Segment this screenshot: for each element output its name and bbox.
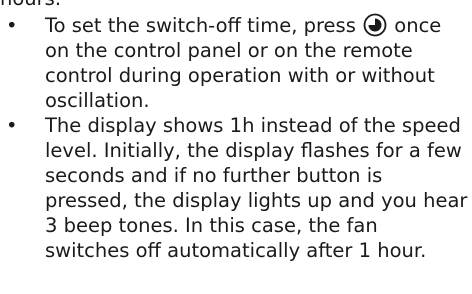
list-item-text: The display shows 1h instead of the spee… bbox=[45, 114, 468, 262]
list-item-text-start: To set the switch-off time, press bbox=[45, 14, 363, 37]
bullet: • bbox=[6, 114, 18, 137]
instruction-list: • To set the switch-off time, press once… bbox=[0, 13, 468, 263]
list-item: • The display shows 1h instead of the sp… bbox=[0, 113, 468, 263]
previous-text-fragment: hours. bbox=[0, 0, 61, 11]
bullet: • bbox=[6, 14, 18, 37]
list-item: • To set the switch-off time, press once… bbox=[0, 13, 468, 113]
timer-icon bbox=[363, 13, 387, 37]
